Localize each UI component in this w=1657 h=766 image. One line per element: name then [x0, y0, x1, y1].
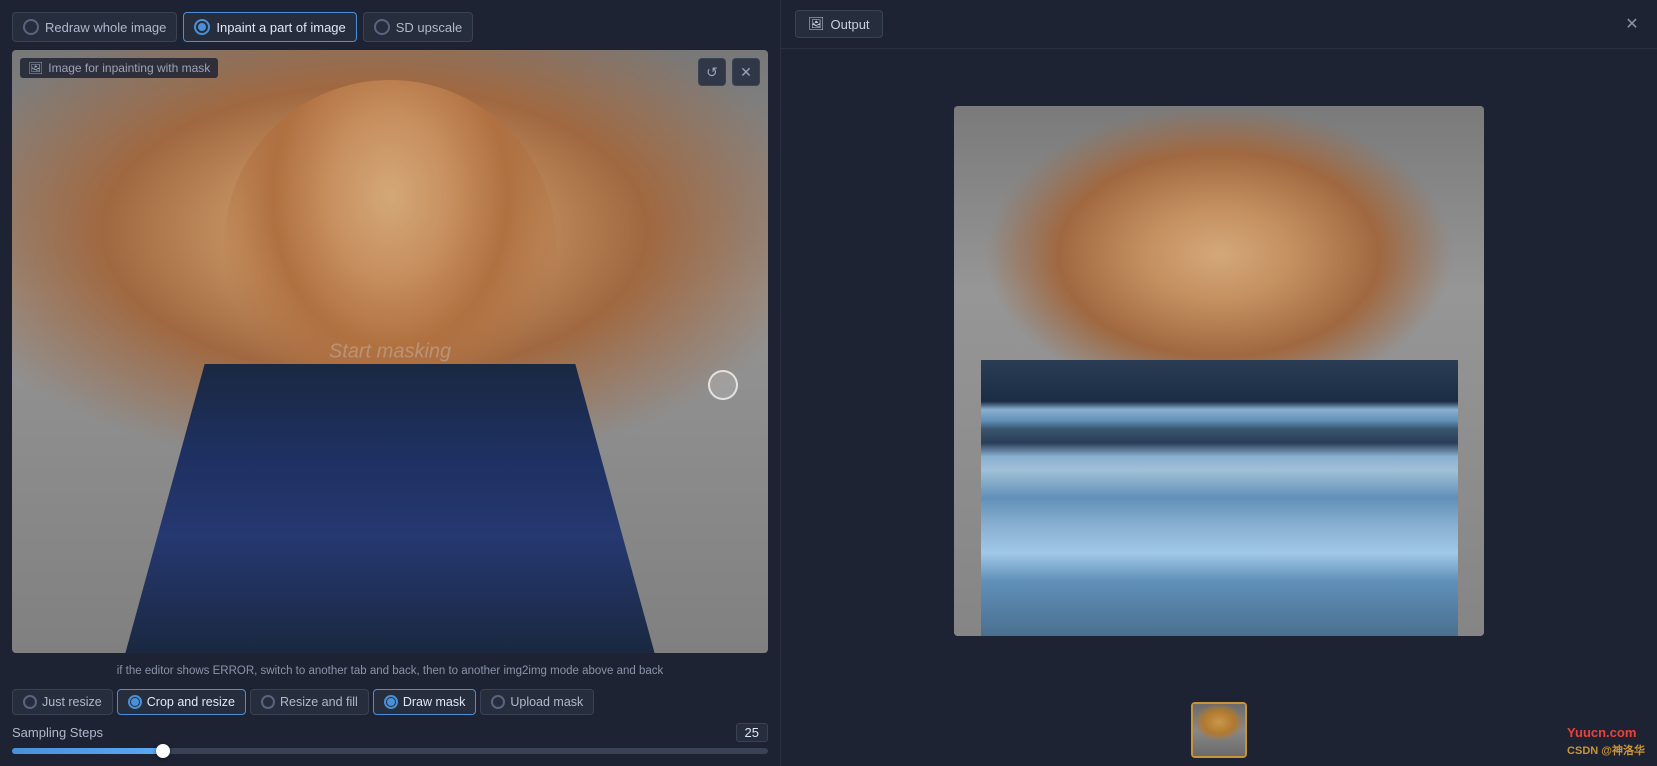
resize-fill-radio — [261, 695, 275, 709]
thumbnail-strip — [781, 692, 1657, 766]
mode-tabs: Redraw whole image Inpaint a part of ima… — [12, 12, 768, 42]
output-header: 🖼 Output ✕ — [781, 0, 1657, 49]
left-panel: Redraw whole image Inpaint a part of ima… — [0, 0, 780, 766]
sd-upscale-label: SD upscale — [396, 20, 462, 35]
resize-mode-tabs: Just resize Crop and resize Resize and f… — [12, 689, 768, 715]
brush-cursor-indicator — [708, 370, 738, 400]
upload-mask-tab[interactable]: Upload mask — [480, 689, 594, 715]
watermark-author: CSDN @神洛华 — [1567, 742, 1645, 758]
image-label-icon: 🖼 — [28, 61, 43, 75]
just-resize-radio — [23, 695, 37, 709]
sd-upscale-tab[interactable]: SD upscale — [363, 12, 473, 42]
image-controls: ↺ ✕ — [698, 58, 760, 86]
slider-header: Sampling Steps 25 — [12, 723, 768, 742]
portrait-container: Start masking — [12, 50, 768, 653]
input-photo: Start masking — [12, 50, 768, 653]
watermark: Yuucn.com CSDN @神洛华 — [1567, 725, 1645, 758]
draw-mask-tab[interactable]: Draw mask — [373, 689, 477, 715]
slider-fill — [12, 748, 163, 754]
thumbnail-photo — [1193, 704, 1245, 756]
redraw-radio-circle — [23, 19, 39, 35]
watermark-site: Yuucn.com — [1567, 725, 1645, 740]
sampling-steps-slider[interactable] — [12, 748, 768, 754]
sd-upscale-radio-circle — [374, 19, 390, 35]
inpaint-label: Inpaint a part of image — [216, 20, 345, 35]
just-resize-label: Just resize — [42, 695, 102, 709]
output-portrait — [954, 106, 1484, 636]
resize-fill-label: Resize and fill — [280, 695, 358, 709]
right-panel: 🖼 Output ✕ Yuucn.com CSDN @神洛华 — [780, 0, 1657, 766]
close-output-button[interactable]: ✕ — [1621, 13, 1643, 35]
image-label: 🖼 Image for inpainting with mask — [20, 58, 218, 78]
output-tab-icon: 🖼 — [808, 16, 825, 32]
just-resize-tab[interactable]: Just resize — [12, 689, 113, 715]
slider-thumb[interactable] — [156, 744, 170, 758]
redraw-whole-image-tab[interactable]: Redraw whole image — [12, 12, 177, 42]
output-image-area — [781, 49, 1657, 692]
upload-mask-radio — [491, 695, 505, 709]
crop-resize-label: Crop and resize — [147, 695, 235, 709]
sampling-steps-section: Sampling Steps 25 — [12, 723, 768, 754]
redraw-label: Redraw whole image — [45, 20, 166, 35]
close-image-button[interactable]: ✕ — [732, 58, 760, 86]
error-hint-text: if the editor shows ERROR, switch to ano… — [12, 661, 768, 681]
image-canvas-area[interactable]: 🖼 Image for inpainting with mask ↺ ✕ Sta… — [12, 50, 768, 653]
draw-mask-label: Draw mask — [403, 695, 466, 709]
image-label-text: Image for inpainting with mask — [48, 61, 210, 75]
sampling-steps-value: 25 — [736, 723, 768, 742]
crop-resize-radio — [128, 695, 142, 709]
output-tab[interactable]: 🖼 Output — [795, 10, 883, 38]
inpaint-radio-circle — [194, 19, 210, 35]
crop-resize-tab[interactable]: Crop and resize — [117, 689, 246, 715]
sampling-steps-label: Sampling Steps — [12, 725, 103, 740]
upload-mask-label: Upload mask — [510, 695, 583, 709]
start-masking-text: Start masking — [329, 340, 451, 363]
resize-fill-tab[interactable]: Resize and fill — [250, 689, 369, 715]
draw-mask-radio — [384, 695, 398, 709]
output-photo — [954, 106, 1484, 636]
output-tab-label: Output — [831, 17, 870, 32]
output-thumbnail[interactable] — [1191, 702, 1247, 758]
reset-button[interactable]: ↺ — [698, 58, 726, 86]
inpaint-part-tab[interactable]: Inpaint a part of image — [183, 12, 356, 42]
